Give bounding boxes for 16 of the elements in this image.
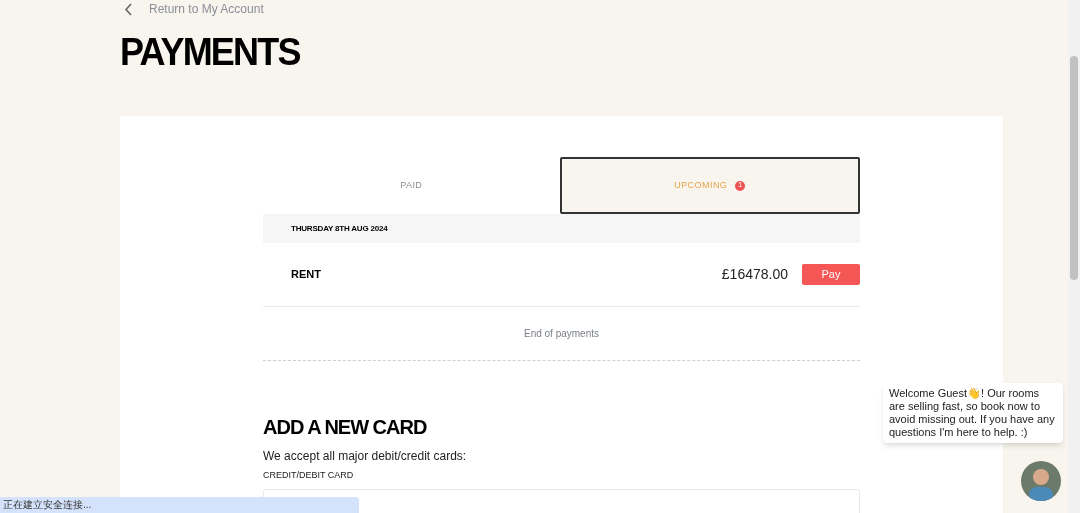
- page-title: PAYMENTS: [120, 32, 300, 72]
- payment-name: RENT: [291, 267, 322, 283]
- scrollbar[interactable]: [1068, 0, 1080, 513]
- section-title: ADD A NEW CARD: [263, 417, 428, 437]
- status-bar: 正在建立安全连接...: [0, 497, 359, 513]
- date-header: THURSDAY 8TH AUG 2024: [263, 214, 860, 243]
- field-label: CREDIT/DEBIT CARD: [263, 469, 355, 482]
- back-link[interactable]: Return to My Account: [120, 0, 1003, 18]
- chat-bubble: Welcome Guest👋! Our rooms are selling fast, so book now to avoid missing out. If you have any questions I'm here to help. :): [883, 383, 1063, 443]
- payment-amount: £16478.00: [721, 265, 788, 284]
- pay-button[interactable]: Pay: [802, 264, 860, 285]
- card-note: We accept all major debit/credit cards:: [263, 448, 468, 465]
- back-icon: [124, 2, 133, 16]
- tab[interactable]: PAID: [263, 157, 560, 214]
- avatar[interactable]: [1021, 461, 1061, 501]
- end-note: End of payments: [523, 327, 599, 341]
